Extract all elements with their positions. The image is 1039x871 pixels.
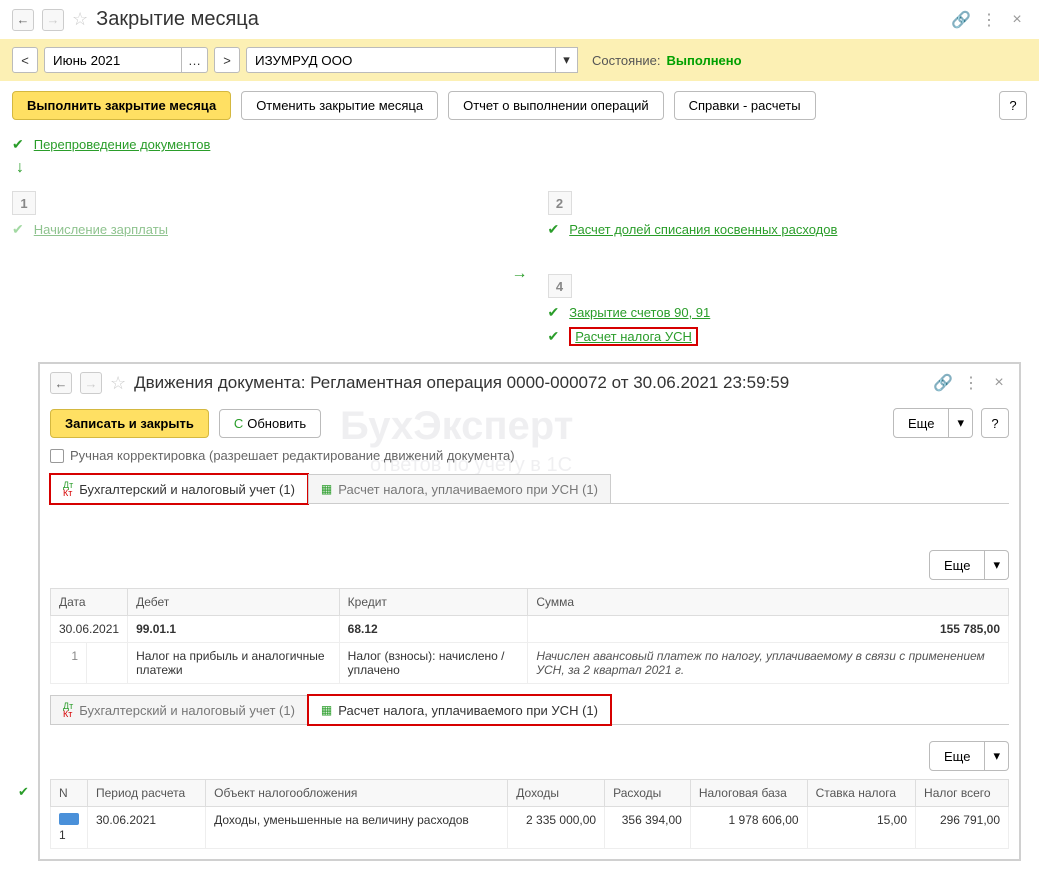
step-2-badge: 2	[548, 191, 572, 215]
cancel-close-button[interactable]: Отменить закрытие месяца	[241, 91, 438, 120]
help-button[interactable]: ?	[999, 91, 1027, 120]
th-object: Объект налогообложения	[206, 780, 508, 807]
row-marker-icon	[59, 813, 79, 825]
check-icon: ✔	[12, 221, 24, 238]
page-title: Закрытие месяца	[96, 8, 943, 31]
payroll-link[interactable]: Начисление зарплаты	[34, 222, 168, 237]
inner-help-button[interactable]: ?	[981, 408, 1009, 438]
step-4-badge: 4	[548, 274, 572, 298]
step-1-badge: 1	[12, 191, 36, 215]
inner-link-icon[interactable]: 🔗	[933, 373, 953, 393]
indirect-costs-link[interactable]: Расчет долей списания косвенных расходов	[569, 222, 837, 237]
th-income: Доходы	[508, 780, 605, 807]
inner-close-icon[interactable]: ×	[989, 373, 1009, 393]
more-dropdown-button[interactable]: ▾	[949, 408, 973, 438]
check-icon: ✔	[548, 304, 560, 321]
execute-button[interactable]: Выполнить закрытие месяца	[12, 91, 231, 120]
period-next-button[interactable]: >	[214, 47, 240, 73]
table-row[interactable]: 30.06.2021 99.01.1 68.12 155 785,00	[51, 616, 1009, 643]
usn-table: N Период расчета Объект налогообложения …	[50, 779, 1009, 849]
accounting-table: Дата Дебет Кредит Сумма 30.06.2021 99.01…	[50, 588, 1009, 684]
inner-favorite-icon[interactable]: ☆	[110, 373, 126, 394]
period-picker-button[interactable]: …	[182, 47, 208, 73]
th-credit: Кредит	[339, 589, 528, 616]
inner-more-icon[interactable]: ⋮	[961, 373, 981, 393]
main-titlebar: ← → ☆ Закрытие месяца 🔗 ⋮ ×	[0, 0, 1039, 39]
report-button[interactable]: Отчет о выполнении операций	[448, 91, 664, 120]
arrow-down-icon: ↓	[16, 159, 1027, 177]
state-label: Состояние:	[592, 53, 660, 68]
th-sum: Сумма	[528, 589, 1009, 616]
grid-icon: ▦	[321, 703, 332, 717]
usn-tax-link[interactable]: Расчет налога УСН	[575, 329, 692, 344]
tab-accounting-2[interactable]: ДтКт Бухгалтерский и налоговый учет (1)	[50, 695, 308, 725]
dtkt-icon: ДтКт	[63, 481, 73, 497]
table2-more-button[interactable]: Еще	[929, 741, 985, 771]
state-value: Выполнено	[666, 53, 741, 68]
table-row[interactable]: 1 30.06.2021 Доходы, уменьшенные на вели…	[51, 807, 1009, 849]
th-period: Период расчета	[88, 780, 206, 807]
inner-nav-forward-button[interactable]: →	[80, 372, 102, 394]
table-row[interactable]: 1 Налог на прибыль и аналогичные платежи…	[51, 643, 1009, 684]
refresh-button[interactable]: СОбновить	[219, 409, 321, 438]
th-tax: Налог всего	[916, 780, 1009, 807]
nav-forward-button[interactable]: →	[42, 9, 64, 31]
tab-usn-calc-2[interactable]: ▦ Расчет налога, уплачиваемого при УСН (…	[308, 695, 611, 725]
th-debit: Дебет	[128, 589, 340, 616]
th-rate: Ставка налога	[807, 780, 915, 807]
th-expense: Расходы	[605, 780, 691, 807]
table2-more-dropdown[interactable]: ▾	[985, 741, 1009, 771]
tab-usn-calc[interactable]: ▦ Расчет налога, уплачиваемого при УСН (…	[308, 474, 611, 504]
inner-nav-back-button[interactable]: ←	[50, 372, 72, 394]
organization-input[interactable]	[246, 47, 556, 73]
table1-more-dropdown[interactable]: ▾	[985, 550, 1009, 580]
manual-edit-label: Ручная корректировка (разрешает редактир…	[70, 448, 515, 463]
main-toolbar: Выполнить закрытие месяца Отменить закры…	[0, 81, 1039, 130]
arrow-right-icon: →	[512, 265, 528, 283]
close-icon[interactable]: ×	[1007, 10, 1027, 30]
check-icon: ✔	[548, 221, 560, 238]
refresh-icon: С	[234, 416, 243, 431]
dtkt-icon: ДтКт	[63, 702, 73, 718]
th-n: N	[51, 780, 88, 807]
parameter-bar: < … > ▾ Состояние: Выполнено	[0, 39, 1039, 81]
more-menu-icon[interactable]: ⋮	[979, 10, 999, 30]
nav-back-button[interactable]: ←	[12, 9, 34, 31]
table1-more-button[interactable]: Еще	[929, 550, 985, 580]
period-prev-button[interactable]: <	[12, 47, 38, 73]
inner-page-title: Движения документа: Регламентная операци…	[134, 373, 925, 393]
manual-edit-checkbox[interactable]	[50, 449, 64, 463]
check-icon: ✔	[18, 784, 29, 800]
period-input[interactable]	[44, 47, 182, 73]
save-close-button[interactable]: Записать и закрыть	[50, 409, 209, 438]
organization-dropdown-button[interactable]: ▾	[556, 47, 578, 73]
th-date: Дата	[51, 589, 128, 616]
check-icon: ✔	[548, 328, 560, 345]
close-accounts-link[interactable]: Закрытие счетов 90, 91	[569, 305, 710, 320]
more-button[interactable]: Еще	[893, 408, 949, 438]
calcs-button[interactable]: Справки - расчеты	[674, 91, 816, 120]
inner-window: ✔ БухЭксперт ответов по учету в 1С ← → ☆…	[38, 362, 1021, 861]
tab-accounting[interactable]: ДтКт Бухгалтерский и налоговый учет (1)	[50, 474, 308, 504]
link-icon[interactable]: 🔗	[951, 10, 971, 30]
check-icon: ✔	[12, 136, 24, 153]
favorite-star-icon[interactable]: ☆	[72, 9, 88, 30]
repost-link[interactable]: Перепроведение документов	[34, 137, 211, 152]
grid-icon: ▦	[321, 482, 332, 496]
th-base: Налоговая база	[690, 780, 807, 807]
